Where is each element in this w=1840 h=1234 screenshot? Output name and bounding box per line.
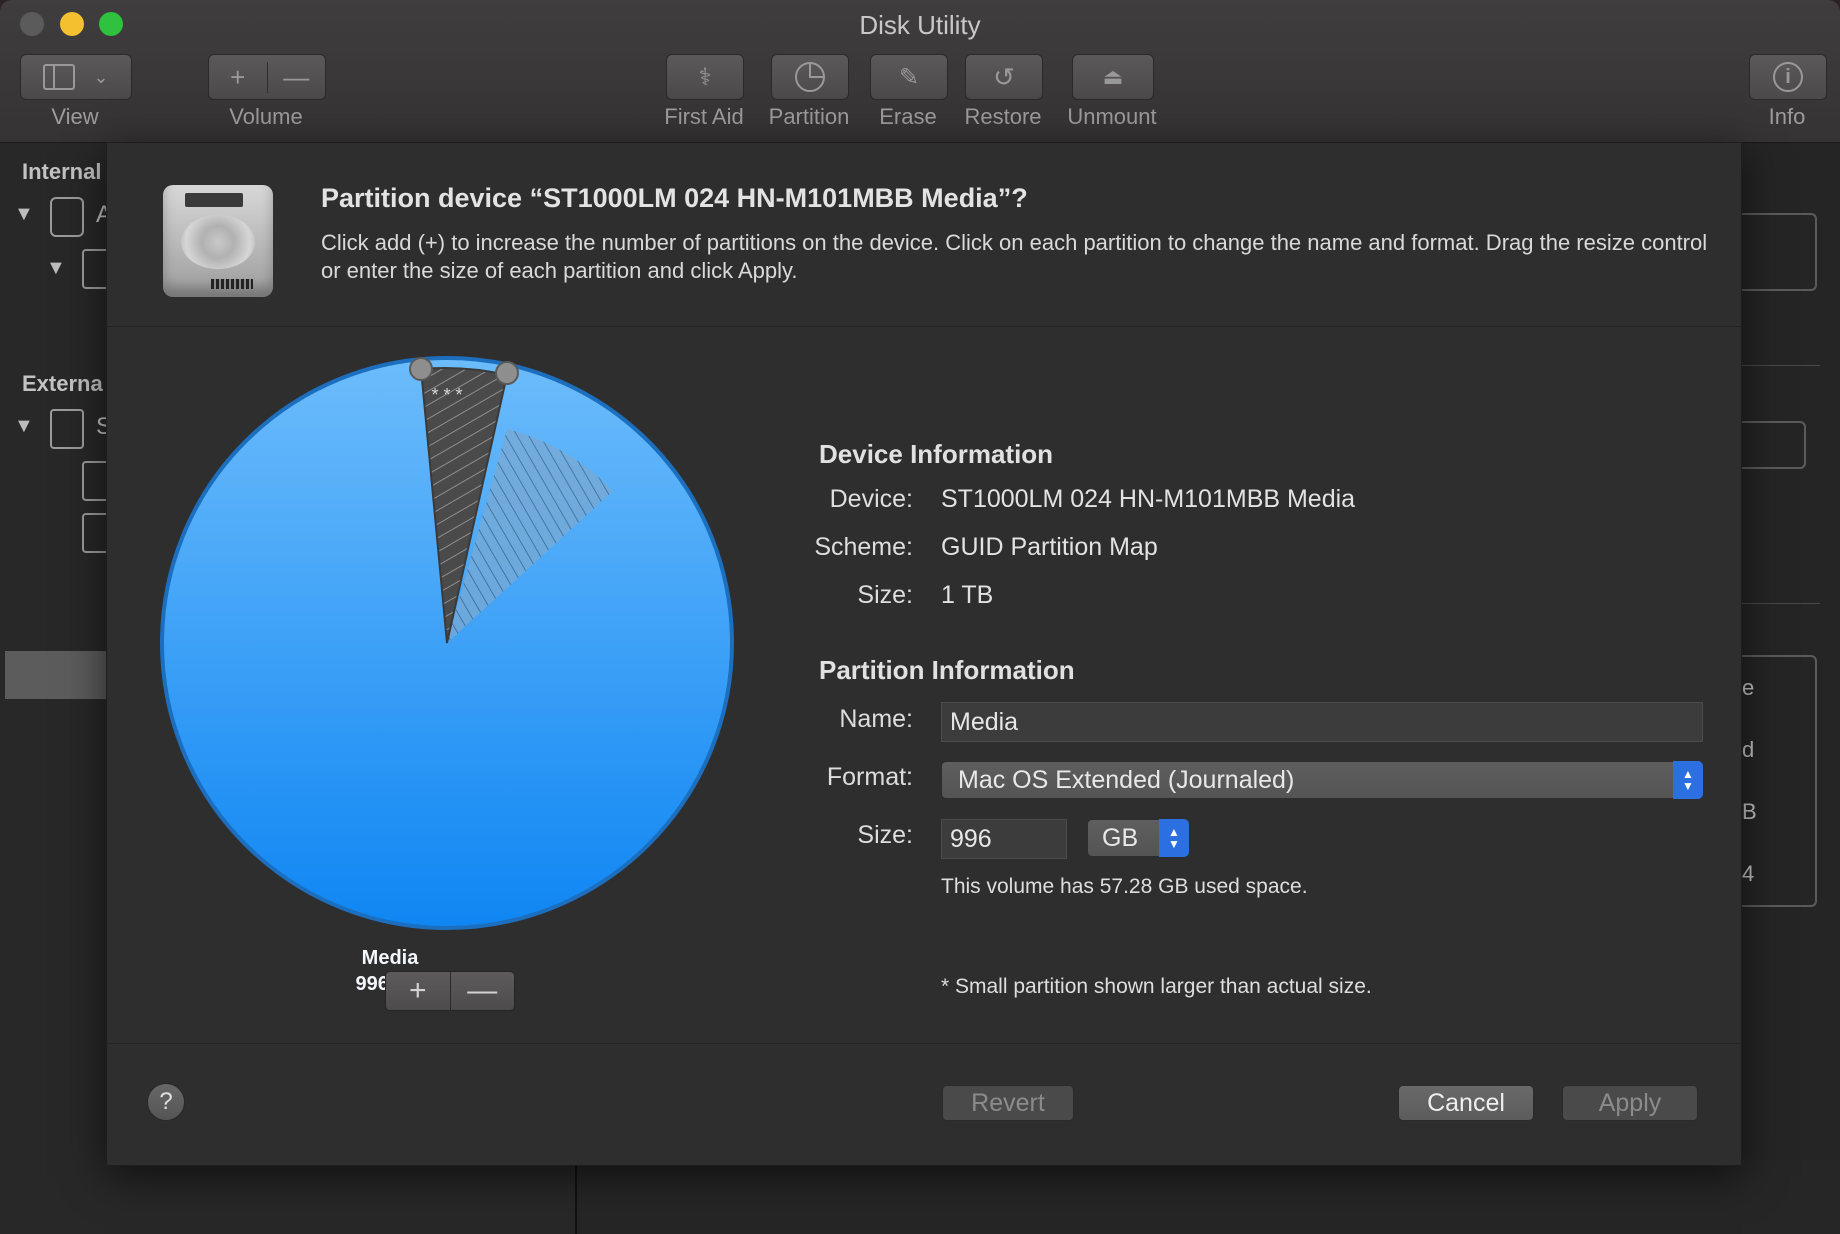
partition-button[interactable] (771, 54, 849, 100)
eject-icon: ⏏ (1102, 64, 1124, 89)
size-unit-popup[interactable]: GB ▲ ▼ (1087, 819, 1189, 857)
popup-arrows-icon: ▲ ▼ (1159, 819, 1189, 857)
add-volume-button[interactable]: + (209, 61, 268, 93)
format-value: Mac OS Extended (Journaled) (958, 765, 1295, 794)
info-button[interactable]: i (1749, 54, 1827, 100)
internal-disk-icon (50, 197, 84, 237)
toolbar: Disk Utility ⌄ View + — Volume ⚕ First A… (0, 0, 1840, 143)
window-title: Disk Utility (859, 10, 981, 40)
restore-button[interactable]: ↺ (965, 54, 1043, 100)
pie-icon (795, 62, 825, 92)
chevron-down-icon: ⌄ (93, 66, 109, 87)
partition-info-heading: Partition Information (819, 655, 1075, 685)
erase-pencil-icon: ✎ (898, 63, 920, 91)
volume-label: Volume (229, 104, 303, 129)
disclosure-triangle-icon[interactable]: ▼ (14, 203, 34, 226)
first-aid-label: First Aid (664, 104, 744, 129)
partition-dialog: Partition device “ST1000LM 024 HN-M101MB… (106, 142, 1742, 1166)
info-icon: i (1773, 62, 1803, 92)
volume-button-group: + — (208, 54, 326, 100)
detail-text: d (1742, 737, 1755, 762)
scheme-value: GUID Partition Map (941, 533, 1158, 561)
stethoscope-icon: ⚕ (698, 63, 712, 91)
scheme-label: Scheme: (814, 533, 913, 561)
device-label: Device: (829, 485, 913, 513)
used-space-note: This volume has 57.28 GB used space. (941, 875, 1308, 898)
remove-volume-button[interactable]: — (268, 62, 326, 93)
dialog-header: Partition device “ST1000LM 024 HN-M101MB… (107, 143, 1741, 327)
erase-button[interactable]: ✎ (870, 54, 948, 100)
unmount-label: Unmount (1067, 104, 1157, 129)
footer-divider (107, 1043, 1741, 1044)
dialog-title: Partition device “ST1000LM 024 HN-M101MB… (321, 183, 1028, 213)
view-button[interactable]: ⌄ (20, 54, 132, 100)
restore-label: Restore (964, 104, 1042, 129)
detail-text: e (1742, 675, 1755, 700)
external-disk-icon (50, 409, 84, 449)
divider (1730, 603, 1820, 604)
format-label: Format: (826, 763, 913, 791)
unmount-button[interactable]: ⏏ (1072, 54, 1154, 100)
content-area (575, 1160, 1840, 1234)
resize-handle (409, 357, 433, 381)
pie-partition-name: Media (361, 947, 419, 969)
resize-handle (495, 361, 519, 385)
small-partition-note: * Small partition shown larger than actu… (941, 975, 1372, 998)
remove-partition-button[interactable]: — (451, 972, 515, 1010)
partition-label: Partition (768, 104, 850, 129)
dialog-description: Click add (+) to increase the number of … (321, 230, 1708, 283)
disclosure-triangle-icon[interactable]: ▼ (46, 257, 66, 280)
format-popup[interactable]: Mac OS Extended (Journaled) ▲ ▼ (941, 761, 1703, 799)
add-partition-button[interactable]: + (386, 972, 450, 1010)
device-value: ST1000LM 024 HN-M101MBB Media (941, 485, 1356, 513)
device-info-heading: Device Information (819, 439, 1054, 469)
hard-drive-icon (163, 185, 273, 297)
disclosure-triangle-icon[interactable]: ▼ (14, 415, 34, 438)
help-button[interactable]: ? (147, 1083, 185, 1121)
detail-text: B (1742, 799, 1757, 824)
partition-add-remove: + — (385, 971, 515, 1011)
size-value: 1 TB (941, 581, 994, 609)
size-label: Size: (857, 581, 913, 609)
partition-pie-chart[interactable]: * * * Media 996 GB (157, 353, 737, 995)
popup-arrows-icon: ▲ ▼ (1673, 761, 1703, 799)
partition-pie-svg: * * * (160, 356, 734, 930)
size-unit-value: GB (1102, 823, 1139, 852)
partition-size-label: Size: (857, 821, 913, 849)
first-aid-button[interactable]: ⚕ (666, 54, 744, 100)
sidebar-external-heading: Externa (22, 371, 103, 396)
apply-button[interactable]: Apply (1562, 1085, 1698, 1121)
cancel-button[interactable]: Cancel (1398, 1085, 1534, 1121)
partition-size-field[interactable]: 996 (941, 819, 1067, 859)
restore-arrow-icon: ↺ (993, 61, 1015, 92)
disk-utility-window: Disk Utility ⌄ View + — Volume ⚕ First A… (0, 0, 1840, 1234)
sidebar-toggle-icon (43, 64, 76, 90)
partition-name-field[interactable]: Media (941, 702, 1703, 742)
erase-label: Erase (879, 104, 937, 129)
revert-button[interactable]: Revert (942, 1085, 1074, 1121)
info-label: Info (1768, 104, 1806, 129)
view-label: View (51, 104, 99, 129)
divider (1730, 365, 1820, 366)
detail-text: 4 (1742, 861, 1755, 886)
sidebar-internal-heading: Internal (22, 159, 102, 184)
detail-panel: e d B 4 (1700, 143, 1840, 1234)
name-label: Name: (839, 705, 913, 733)
small-partition-marker: * * * (431, 385, 462, 405)
